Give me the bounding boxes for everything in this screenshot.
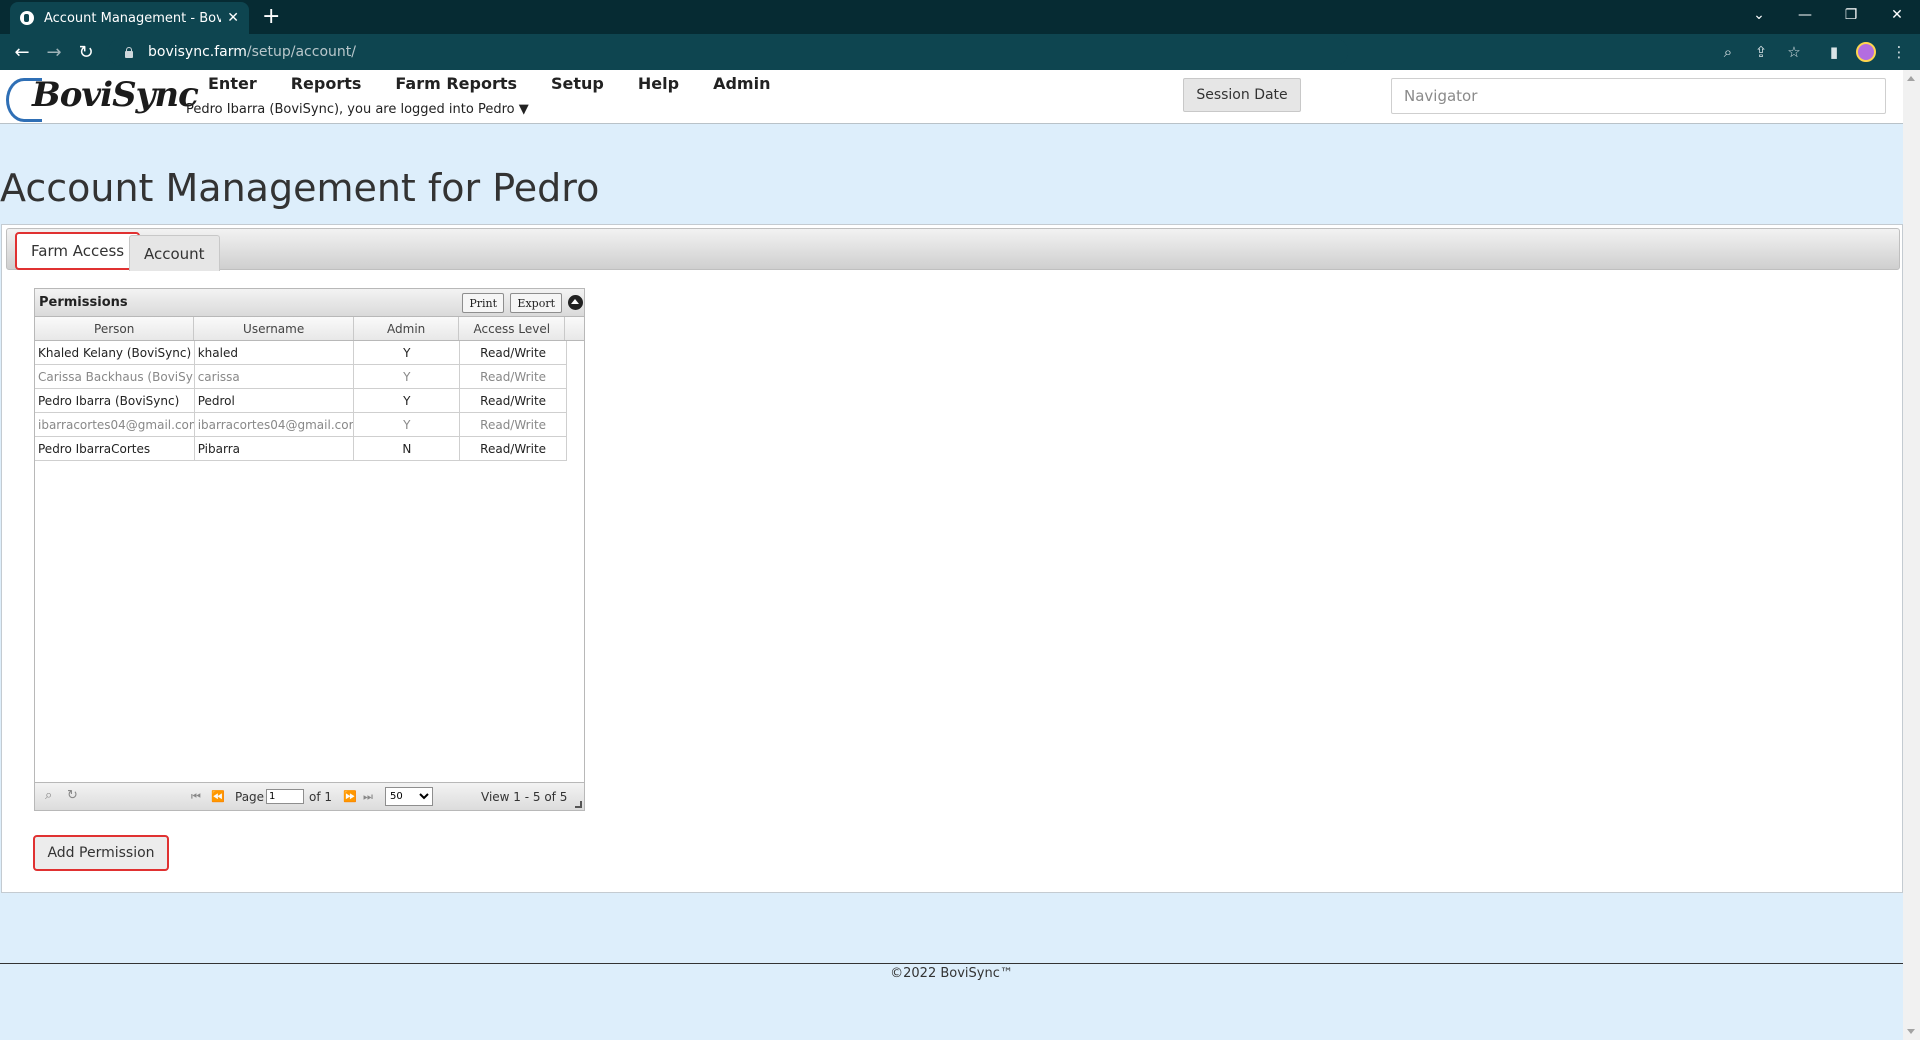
cell-username: ibarracortes04@gmail.com [195,413,355,436]
profile-avatar[interactable] [1856,42,1876,62]
url-path: /setup/account/ [246,44,356,60]
permissions-grid: Permissions Print Export Person Username… [34,288,585,811]
tab-search-icon[interactable]: ⌄ [1736,0,1782,30]
cell-person: Khaled Kelany (BoviSync) [35,341,195,364]
farm-switcher[interactable]: Pedro Ibarra (BoviSync), you are logged … [186,102,529,117]
cell-admin: Y [354,413,461,436]
view-records-label: View 1 - 5 of 5 [481,790,568,804]
page-size-select[interactable]: 50 [385,787,433,806]
grid-header: Person Username Admin Access Level [35,317,584,341]
browser-tab-title: Account Management - BoviSync [44,10,222,26]
collapse-icon[interactable] [568,295,583,310]
browser-toolbar: ← → ↻ bovisync.farm/setup/account/ ⌕ ⇪ ☆… [0,34,1920,70]
main-nav: Enter Reports Farm Reports Setup Help Ad… [208,74,804,93]
prev-page-icon[interactable]: ⏪ [211,790,225,803]
table-row[interactable]: Khaled Kelany (BoviSync) khaled Y Read/W… [35,341,566,365]
bovisync-logo[interactable]: BoviSync [6,72,199,122]
resize-grip-icon[interactable] [575,801,582,808]
grid-caption: Permissions Print Export [35,289,584,317]
session-date-button[interactable]: Session Date [1183,78,1301,112]
column-header-access-level[interactable]: Access Level [459,317,566,340]
cell-person: Pedro IbarraCortes [35,437,195,460]
cell-access-level: Read/Write [480,393,547,408]
cell-username: carissa [195,365,355,388]
page-title: Account Management for Pedro [0,166,600,210]
lock-icon [124,47,134,58]
tabs-bar: Farm Access Account [6,228,1900,271]
cell-username: Pedrol [195,389,355,412]
cell-admin: Y [354,341,461,364]
browser-tabstrip: Account Management - BoviSync ✕ + ⌄ — ❐ … [0,0,1920,34]
column-header-person[interactable]: Person [35,317,195,340]
refresh-icon[interactable]: ↻ [67,788,78,803]
bookmark-star-icon[interactable]: ☆ [1784,42,1804,62]
cell-access-level: Read/Write [480,345,547,360]
grid-rows: Khaled Kelany (BoviSync) khaled Y Read/W… [35,341,567,461]
close-tab-icon[interactable]: ✕ [227,10,239,26]
cell-username: Pibarra [195,437,355,460]
cell-person: ibarracortes04@gmail.com [35,413,195,436]
nav-setup[interactable]: Setup [551,74,604,93]
search-icon[interactable]: ⌕ [45,788,52,803]
browser-tab[interactable]: Account Management - BoviSync ✕ [10,2,249,34]
address-bar[interactable]: bovisync.farm/setup/account/ [108,38,1348,66]
nav-reports[interactable]: Reports [291,74,362,93]
next-page-icon[interactable]: ⏩ [343,790,357,803]
print-button[interactable]: Print [462,293,504,313]
page-scrollbar[interactable] [1903,70,1920,1040]
nav-enter[interactable]: Enter [208,74,257,93]
grid-pager: ⌕ ↻ ⏮ ⏪ Page of 1 ⏩ ⏭ 50 View 1 - 5 of 5 [35,782,584,810]
cell-access-level: Read/Write [480,417,547,432]
first-page-icon[interactable]: ⏮ [191,790,201,804]
nav-help[interactable]: Help [638,74,679,93]
export-button[interactable]: Export [510,293,562,313]
back-icon[interactable]: ← [10,40,34,64]
restore-icon[interactable]: ❐ [1828,0,1874,30]
cell-access-level: Read/Write [480,441,547,456]
logo-text: BoviSync [32,75,199,115]
site-header: BoviSync Enter Reports Farm Reports Setu… [0,70,1903,124]
tab-farm-access[interactable]: Farm Access [15,232,141,270]
column-header-admin[interactable]: Admin [354,317,460,340]
add-permission-button[interactable]: Add Permission [33,835,169,871]
table-row[interactable]: Pedro IbarraCortes Pibarra N Read/Write [35,437,566,461]
reload-icon[interactable]: ↻ [74,40,98,64]
tab-account[interactable]: Account [129,235,220,271]
share-icon[interactable]: ⇪ [1751,42,1771,62]
table-row[interactable]: ibarracortes04@gmail.com ibarracortes04@… [35,413,566,437]
new-tab-icon[interactable]: + [262,4,280,30]
navigator-input[interactable] [1391,78,1886,114]
page-count-label: of 1 [309,790,333,804]
url-host: bovisync.farm [148,44,247,60]
cell-username: khaled [195,341,355,364]
nav-farm-reports[interactable]: Farm Reports [395,74,517,93]
cell-person: Carissa Backhaus (BoviSync) [35,365,195,388]
column-header-username[interactable]: Username [194,317,354,340]
grid-body: Khaled Kelany (BoviSync) khaled Y Read/W… [35,341,584,782]
page-label: Page [235,790,265,804]
footer-copyright: ©2022 BoviSync™ [890,966,1013,981]
minimize-icon[interactable]: — [1782,0,1828,30]
cell-admin: Y [354,365,461,388]
forward-icon[interactable]: → [42,40,66,64]
browser-menu-icon[interactable]: ⋮ [1889,42,1909,62]
cell-admin: Y [354,389,461,412]
zoom-icon[interactable]: ⌕ [1718,42,1738,62]
cell-admin: N [354,437,461,460]
content-panel: Farm Access Account Permissions Print Ex… [1,224,1903,893]
cell-access-level: Read/Write [480,369,547,384]
cell-person: Pedro Ibarra (BoviSync) [35,389,195,412]
side-panel-icon[interactable]: ▮ [1824,42,1844,62]
column-header-filler [565,317,584,340]
table-row[interactable]: Pedro Ibarra (BoviSync) Pedrol Y Read/Wr… [35,389,566,413]
footer-divider [0,963,1903,964]
table-row[interactable]: Carissa Backhaus (BoviSync) carissa Y Re… [35,365,566,389]
bovisync-favicon-icon [20,11,34,25]
close-window-icon[interactable]: ✕ [1874,0,1920,30]
nav-admin[interactable]: Admin [713,74,770,93]
page-number-input[interactable] [266,789,304,804]
grid-caption-title: Permissions [39,295,128,310]
last-page-icon[interactable]: ⏭ [363,790,373,804]
